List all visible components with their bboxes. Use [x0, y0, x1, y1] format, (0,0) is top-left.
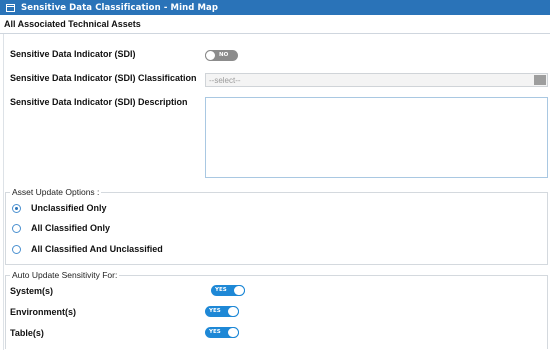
- radio-label: Unclassified Only: [31, 203, 107, 213]
- asset-update-legend: Asset Update Options :: [10, 187, 102, 197]
- toggle-text: NO: [219, 52, 229, 58]
- toggle-text: YES: [215, 287, 227, 293]
- radio-unclassified-only[interactable]: [12, 204, 21, 213]
- radio-label: All Classified Only: [31, 223, 111, 233]
- system-toggle[interactable]: YES: [211, 285, 245, 296]
- radio-all-classified-only[interactable]: [12, 224, 21, 233]
- environment-label: Environment(s): [10, 307, 77, 317]
- auto-update-sensitivity-group: Auto Update Sensitivity For: System(s) Y…: [5, 270, 548, 349]
- system-label: System(s): [10, 286, 54, 296]
- toggle-text: YES: [209, 308, 221, 314]
- environment-toggle[interactable]: YES: [205, 306, 239, 317]
- sdi-toggle[interactable]: NO: [205, 50, 238, 61]
- table-toggle[interactable]: YES: [205, 327, 239, 338]
- section-title: All Associated Technical Assets: [4, 19, 141, 29]
- toggle-knob: [233, 285, 245, 296]
- auto-update-legend: Auto Update Sensitivity For:: [10, 270, 120, 280]
- radio-label: All Classified And Unclassified: [31, 244, 163, 254]
- table-label: Table(s): [10, 328, 44, 338]
- sdi-description-textarea[interactable]: [205, 97, 548, 178]
- sdi-description-label: Sensitive Data Indicator (SDI) Descripti…: [10, 97, 188, 107]
- sdi-classification-select[interactable]: --select--: [205, 73, 548, 87]
- select-placeholder: --select--: [209, 75, 241, 85]
- window-icon: [6, 3, 15, 12]
- section-header: All Associated Technical Assets: [0, 15, 550, 34]
- dropdown-arrow-icon[interactable]: [534, 75, 546, 85]
- toggle-text: YES: [209, 329, 221, 335]
- window-title: Sensitive Data Classification - Mind Map: [21, 2, 219, 13]
- asset-update-options-group: Asset Update Options : Unclassified Only…: [5, 187, 548, 265]
- radio-all-classified-and-unclassified[interactable]: [12, 245, 21, 254]
- sdi-label: Sensitive Data Indicator (SDI): [10, 49, 136, 59]
- toggle-knob: [227, 306, 239, 317]
- sdi-classification-label: Sensitive Data Indicator (SDI) Classific…: [10, 73, 197, 83]
- window-titlebar: Sensitive Data Classification - Mind Map: [0, 0, 550, 15]
- form-content: Sensitive Data Indicator (SDI) NO Sensit…: [3, 34, 548, 350]
- toggle-knob: [205, 50, 216, 61]
- toggle-knob: [227, 327, 239, 338]
